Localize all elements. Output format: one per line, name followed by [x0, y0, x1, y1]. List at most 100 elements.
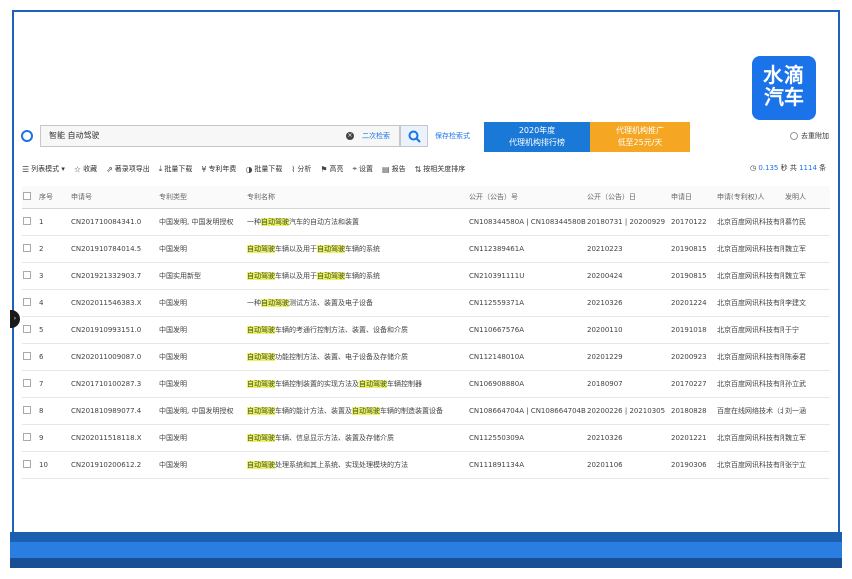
row-checkbox[interactable]	[23, 460, 31, 468]
applicant-link[interactable]: 北京百度网讯科技有限公司	[716, 235, 784, 263]
inventor-link[interactable]: 魏立军	[784, 424, 830, 452]
table-row[interactable]: 7 CN201710100287.3 中国发明 自动驾驶车辆控制装置的实现方法及自动驾…	[22, 370, 830, 398]
table-row[interactable]: 9 CN202011518118.X 中国发明 自动驾驶车辆、信息显示方法、装置及存储…	[22, 424, 830, 452]
row-checkbox[interactable]	[23, 379, 31, 387]
inventor-link[interactable]: 李建文	[784, 289, 830, 317]
application-number-link[interactable]: CN201810989077.4	[70, 397, 158, 425]
application-number-link[interactable]: CN201710100287.3	[70, 370, 158, 398]
inventor-link[interactable]: 魏立军	[784, 235, 830, 263]
row-checkbox[interactable]	[23, 325, 31, 333]
toolbar-item-8[interactable]: ⌖ 设置	[353, 164, 374, 174]
applicant-link[interactable]: 北京百度网讯科技有限公司	[716, 451, 784, 479]
table-row[interactable]: 8 CN201810989077.4 中国发明, 中国发明授权 自动驾驶车辆的能计方法…	[22, 397, 830, 425]
publication-number-link[interactable]: CN112550309A	[468, 424, 586, 452]
select-all-checkbox[interactable]	[23, 192, 31, 200]
publication-number-link[interactable]: CN112559371A	[468, 289, 586, 317]
patent-title-link[interactable]: 自动驾驶车辆以及用于自动驾驶车辆的系统	[246, 262, 468, 290]
save-search-link[interactable]: 保存检索式	[435, 131, 470, 141]
toolbar-item-0[interactable]: ☰ 列表模式 ▾	[22, 164, 65, 174]
toolbar-item-5[interactable]: ◑ 批量下载	[245, 164, 282, 174]
column-header[interactable]: 专利类型	[158, 186, 246, 209]
application-number-link[interactable]: CN202011546383.X	[70, 289, 158, 317]
publication-number-link[interactable]: CN108344580A | CN108344580B	[468, 208, 586, 236]
search-mode-icon[interactable]	[21, 130, 33, 142]
patent-title-link[interactable]: 自动驾驶车辆以及用于自动驾驶车辆的系统	[246, 235, 468, 263]
row-checkbox[interactable]	[23, 217, 31, 225]
applicant-link[interactable]: 北京百度网讯科技有限公司	[716, 424, 784, 452]
applicant-link[interactable]: 北京百度网讯科技有限公司	[716, 316, 784, 344]
toolbar-item-2[interactable]: ⇗ 著录项导出	[106, 164, 150, 174]
row-checkbox[interactable]	[23, 433, 31, 441]
toolbar-item-1[interactable]: ☆ 收藏	[74, 164, 97, 174]
column-header[interactable]: 专利名称	[246, 186, 468, 209]
inventor-link[interactable]: 张宁立	[784, 451, 830, 479]
toolbar-item-3[interactable]: ⤓ 批量下载	[159, 164, 193, 174]
column-header[interactable]: 发明人	[784, 186, 830, 209]
search-button[interactable]	[400, 125, 428, 147]
row-select-cell[interactable]	[22, 451, 38, 479]
row-select-cell[interactable]	[22, 289, 38, 317]
application-number-link[interactable]: CN201910784014.5	[70, 235, 158, 263]
row-select-cell[interactable]	[22, 343, 38, 371]
patent-title-link[interactable]: 一种自动驾驶汽车的自动方法和装置	[246, 208, 468, 236]
applicant-link[interactable]: 北京百度网讯科技有限公司	[716, 370, 784, 398]
inventor-link[interactable]: 于宁	[784, 316, 830, 344]
application-number-link[interactable]: CN201910200612.2	[70, 451, 158, 479]
select-all-cell[interactable]	[22, 186, 38, 209]
patent-title-link[interactable]: 自动驾驶车辆控制装置的实现方法及自动驾驶车辆控制器	[246, 370, 468, 398]
table-row[interactable]: 3 CN201921332903.7 中国实用新型 自动驾驶车辆以及用于自动驾驶车辆的…	[22, 262, 830, 290]
family-dedup-toggle[interactable]: 去重附加	[790, 131, 829, 141]
column-header[interactable]: 申请(专利权)人	[716, 186, 784, 209]
row-checkbox[interactable]	[23, 271, 31, 279]
inventor-link[interactable]: 魏立军	[784, 262, 830, 290]
applicant-link[interactable]: 百度在线网络技术（北京）有限公司	[716, 397, 784, 425]
publication-number-link[interactable]: CN106908880A	[468, 370, 586, 398]
applicant-link[interactable]: 北京百度网讯科技有限公司	[716, 262, 784, 290]
publication-number-link[interactable]: CN108664704A | CN108664704B	[468, 397, 586, 425]
application-number-link[interactable]: CN202011009087.0	[70, 343, 158, 371]
banner-promo[interactable]: 代理机构推广 低至25元/天	[590, 122, 690, 152]
application-number-link[interactable]: CN201921332903.7	[70, 262, 158, 290]
row-checkbox[interactable]	[23, 352, 31, 360]
applicant-link[interactable]: 北京百度网讯科技有限公司	[716, 208, 784, 236]
row-select-cell[interactable]	[22, 262, 38, 290]
table-row[interactable]: 4 CN202011546383.X 中国发明 一种自动驾驶测试方法、装置及电子设备 C…	[22, 289, 830, 317]
row-select-cell[interactable]	[22, 397, 38, 425]
banner-ranking[interactable]: 2020年度 代理机构排行榜	[484, 122, 590, 152]
patent-title-link[interactable]: 自动驾驶处理系统和其上系统、实现处理模块的方法	[246, 451, 468, 479]
application-number-link[interactable]: CN201910993151.0	[70, 316, 158, 344]
row-select-cell[interactable]	[22, 235, 38, 263]
publication-number-link[interactable]: CN112389461A	[468, 235, 586, 263]
secondary-search-link[interactable]: 二次检索	[362, 131, 390, 141]
application-number-link[interactable]: CN202011518118.X	[70, 424, 158, 452]
toolbar-item-9[interactable]: ▤ 报告	[382, 164, 406, 174]
toolbar-item-4[interactable]: ¥ 专利年费	[201, 164, 236, 174]
patent-title-link[interactable]: 自动驾驶车辆的考通行控制方法、装置、设备和介质	[246, 316, 468, 344]
publication-number-link[interactable]: CN110667576A	[468, 316, 586, 344]
column-header[interactable]: 序号	[38, 186, 70, 209]
row-checkbox[interactable]	[23, 406, 31, 414]
row-checkbox[interactable]	[23, 298, 31, 306]
row-checkbox[interactable]	[23, 244, 31, 252]
publication-number-link[interactable]: CN210391111U	[468, 262, 586, 290]
inventor-link[interactable]: 陈泰君	[784, 343, 830, 371]
application-number-link[interactable]: CN201710084341.0	[70, 208, 158, 236]
publication-number-link[interactable]: CN111891134A	[468, 451, 586, 479]
applicant-link[interactable]: 北京百度网讯科技有限公司	[716, 289, 784, 317]
inventor-link[interactable]: 孙立武	[784, 370, 830, 398]
column-header[interactable]: 申请日	[670, 186, 716, 209]
patent-title-link[interactable]: 一种自动驾驶测试方法、装置及电子设备	[246, 289, 468, 317]
table-row[interactable]: 1 CN201710084341.0 中国发明, 中国发明授权 一种自动驾驶汽车的自动…	[22, 208, 830, 236]
clear-icon[interactable]: ×	[346, 132, 354, 140]
publication-number-link[interactable]: CN112148010A	[468, 343, 586, 371]
patent-title-link[interactable]: 自动驾驶车辆、信息显示方法、装置及存储介质	[246, 424, 468, 452]
ad-banner[interactable]: 2020年度 代理机构排行榜 代理机构推广 低至25元/天	[484, 122, 690, 152]
column-header[interactable]: 申请号	[70, 186, 158, 209]
toolbar-item-7[interactable]: ⚑ 高亮	[320, 164, 343, 174]
toolbar-item-6[interactable]: ⌇ 分析	[291, 164, 311, 174]
inventor-link[interactable]: 慕竹民	[784, 208, 830, 236]
row-select-cell[interactable]	[22, 208, 38, 236]
applicant-link[interactable]: 北京百度网讯科技有限公司	[716, 343, 784, 371]
patent-title-link[interactable]: 自动驾驶车辆的能计方法、装置及自动驾驶车辆的制造装置设备	[246, 397, 468, 425]
row-select-cell[interactable]	[22, 316, 38, 344]
